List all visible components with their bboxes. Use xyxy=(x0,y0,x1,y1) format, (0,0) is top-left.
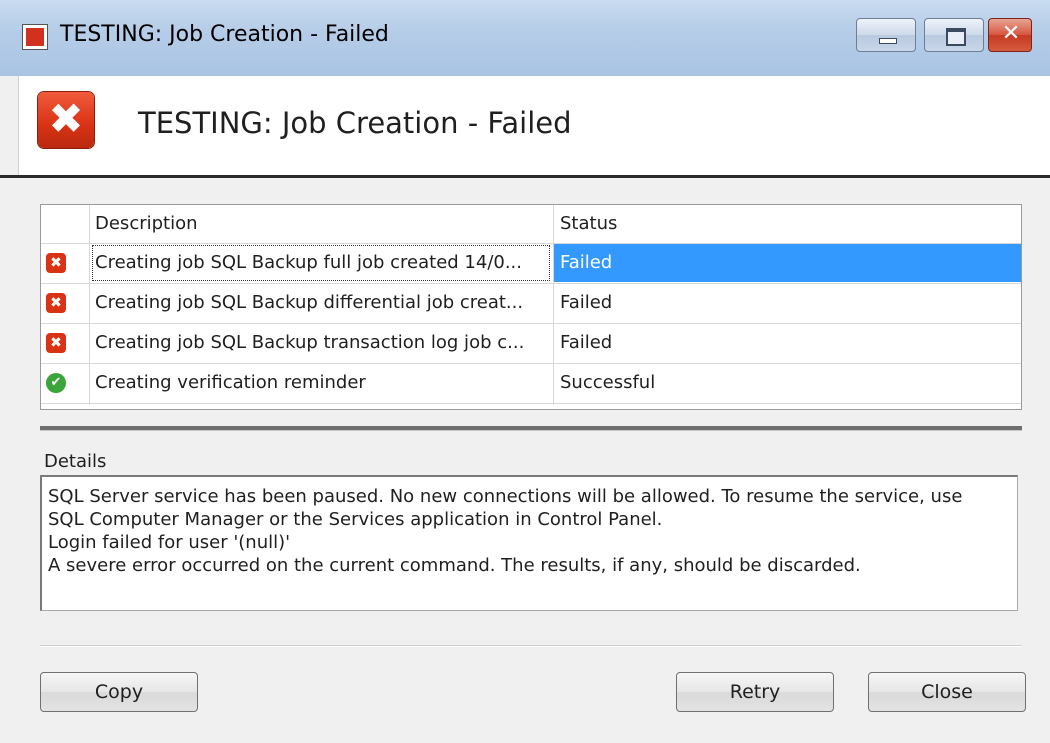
details-label: Details xyxy=(44,451,107,472)
details-line: SQL Computer Manager or the Services app… xyxy=(48,509,663,530)
list-row[interactable]: Creating job SQL Backup differential job… xyxy=(41,284,1021,324)
details-textbox[interactable]: SQL Server service has been paused. No n… xyxy=(40,475,1018,611)
window-title: TESTING: Job Creation - Failed xyxy=(60,22,389,47)
details-line: A severe error occurred on the current c… xyxy=(48,555,861,576)
row-status: Failed xyxy=(560,332,613,353)
list-row[interactable]: Creating job SQL Backup transaction log … xyxy=(41,324,1021,364)
copy-button[interactable]: Copy xyxy=(40,672,198,712)
details-line: SQL Server service has been paused. No n… xyxy=(48,486,963,507)
row-description: Creating job SQL Backup transaction log … xyxy=(95,332,525,353)
column-header-status[interactable]: Status xyxy=(560,213,617,234)
error-icon xyxy=(46,253,66,273)
app-icon xyxy=(22,24,48,50)
footer-divider xyxy=(40,645,1022,647)
panel-splitter[interactable] xyxy=(40,426,1022,431)
maximize-button[interactable] xyxy=(924,18,984,52)
title-bar[interactable]: TESTING: Job Creation - Failed ✕ xyxy=(0,0,1050,76)
minimize-icon xyxy=(879,38,897,44)
dialog-heading: TESTING: Job Creation - Failed xyxy=(138,106,572,140)
job-list[interactable]: Description Status Creating job SQL Back… xyxy=(40,204,1022,410)
success-icon xyxy=(46,373,66,393)
close-icon: ✕ xyxy=(1001,21,1021,46)
list-header: Description Status xyxy=(41,205,1021,244)
details-line: Login failed for user '(null)' xyxy=(48,532,291,553)
row-status: Failed xyxy=(560,292,613,313)
minimize-button[interactable] xyxy=(856,18,916,52)
column-header-description[interactable]: Description xyxy=(95,213,198,234)
retry-button[interactable]: Retry xyxy=(676,672,834,712)
error-icon xyxy=(46,293,66,313)
row-description: Creating job SQL Backup full job created… xyxy=(91,244,551,282)
dialog-window: TESTING: Job Creation - Failed ✕ ✖ TESTI… xyxy=(0,0,1050,743)
maximize-icon xyxy=(946,28,966,46)
row-description: Creating job SQL Backup differential job… xyxy=(95,292,524,313)
error-icon xyxy=(46,333,66,353)
row-status: Failed xyxy=(554,244,1021,282)
header-divider xyxy=(0,175,1050,178)
list-row[interactable]: Creating job SQL Backup full job created… xyxy=(41,244,1021,284)
window-close-button[interactable]: ✕ xyxy=(988,18,1032,52)
error-icon: ✖ xyxy=(38,92,94,148)
list-row[interactable]: Creating verification reminder Successfu… xyxy=(41,364,1021,404)
close-button[interactable]: Close xyxy=(868,672,1026,712)
row-description: Creating verification reminder xyxy=(95,372,366,393)
row-status: Successful xyxy=(560,372,656,393)
